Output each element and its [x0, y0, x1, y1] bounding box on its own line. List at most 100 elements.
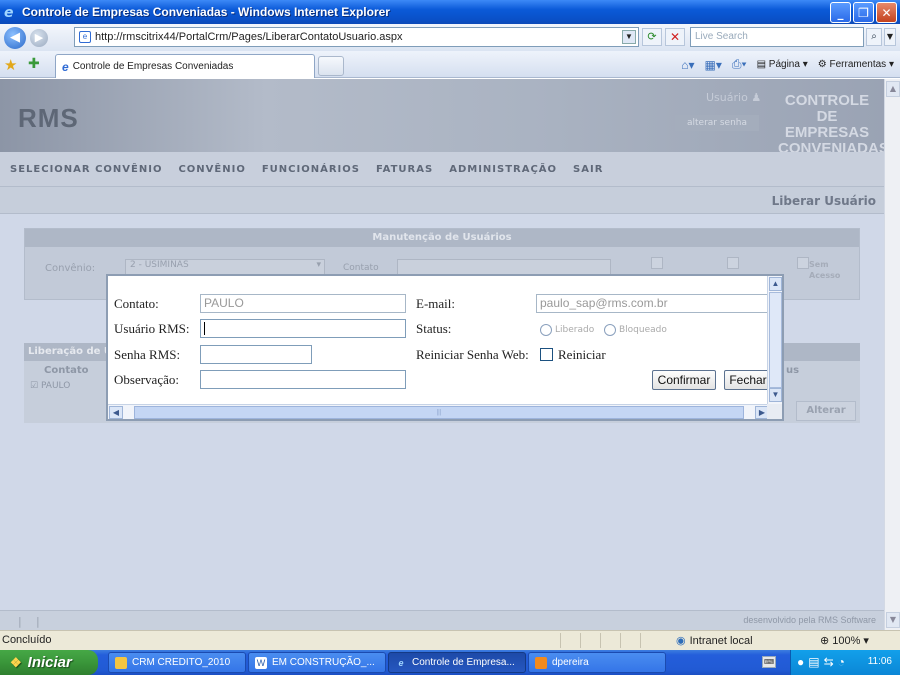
footer-divider: |	[36, 615, 40, 628]
status-liberado-radio[interactable]	[540, 324, 552, 336]
search-input[interactable]: Live Search	[690, 27, 864, 47]
menu-item-faturas[interactable]: FATURAS	[376, 164, 433, 175]
text-cursor	[204, 322, 205, 336]
keyboard-icon[interactable]: ⌨	[762, 656, 776, 668]
table-row[interactable]: ☑ PAULO	[30, 381, 70, 391]
reiniciar-senha-label: Reiniciar Senha Web:	[416, 347, 529, 362]
contato-filter-label: Contato	[343, 263, 379, 273]
command-buttons: ⌂▾ ▦▾ ⎙▾ ▤ Página ▾ ⚙ Ferramentas ▾	[681, 57, 894, 72]
zoom-control[interactable]: ⊕ 100% ▾	[820, 634, 869, 648]
feeds-icon[interactable]: ▦▾	[705, 58, 722, 72]
usuario-rms-label: Usuário RMS:	[114, 321, 190, 336]
scroll-up-icon[interactable]: ▲	[886, 81, 900, 97]
observacao-field[interactable]	[200, 370, 406, 389]
contato-field[interactable]: PAULO	[200, 294, 406, 313]
maximize-button[interactable]: ❐	[853, 2, 874, 23]
dialog-vertical-scrollbar[interactable]: ▲ ▼	[767, 276, 782, 404]
tray-volume-icon[interactable]: ◔	[838, 655, 845, 669]
window-title: Controle de Empresas Conveniadas - Windo…	[22, 5, 390, 19]
reiniciar-checkbox[interactable]	[540, 348, 553, 361]
tab-controle[interactable]: e Controle de Empresas Conveniadas	[55, 54, 315, 78]
page-menu[interactable]: ▤ Página ▾	[757, 59, 808, 70]
scroll-down-icon[interactable]: ▼	[769, 388, 782, 402]
tray-network-icon[interactable]: ⇆	[824, 655, 834, 669]
search-icon[interactable]: ⌕	[866, 28, 882, 46]
tray-doc-icon[interactable]: ▤	[808, 655, 819, 669]
app-icon	[535, 656, 547, 669]
menu-item-selecionar-convenio[interactable]: SELECIONAR CONVÊNIO	[10, 164, 162, 175]
alterar-button[interactable]: Alterar	[796, 401, 856, 421]
app-brand: CONTROLE DE EMPRESAS CONVENIADAS	[778, 92, 884, 157]
print-icon[interactable]: ⎙▾	[732, 57, 747, 72]
taskbar-item-ie[interactable]: e Controle de Empresa...	[388, 652, 526, 673]
taskbar-item-crm[interactable]: CRM CREDITO_2010	[108, 652, 246, 673]
col-contato: Contato	[44, 365, 89, 376]
menu-item-administracao[interactable]: ADMINISTRAÇÃO	[449, 164, 557, 175]
new-tab-button[interactable]	[318, 56, 344, 76]
rms-logo: RMS	[18, 103, 79, 133]
stop-icon[interactable]: ✕	[665, 28, 685, 46]
forward-button[interactable]: ▶	[30, 28, 48, 47]
address-toolbar: ◀ ▶ e http://rmscitrix44/PortalCrm/Pages…	[0, 24, 900, 51]
status-liberado-label: Liberado	[555, 325, 595, 335]
contato-filter-input[interactable]	[397, 259, 611, 275]
start-button[interactable]: ❖ Iniciar	[0, 650, 98, 675]
home-icon[interactable]: ⌂▾	[681, 58, 694, 72]
address-field[interactable]: e http://rmscitrix44/PortalCrm/Pages/Lib…	[74, 27, 639, 47]
row-checkbox[interactable]: ☑	[30, 381, 38, 391]
status-cell	[600, 633, 620, 648]
observacao-label: Observação:	[114, 372, 179, 387]
menu-item-sair[interactable]: SAIR	[573, 164, 603, 175]
fechar-button[interactable]: Fechar	[724, 370, 772, 390]
minimize-button[interactable]: _	[830, 2, 851, 23]
menu-item-convenio[interactable]: CONVÊNIO	[178, 164, 245, 175]
change-password-link[interactable]: alterar senha	[675, 115, 759, 131]
search-options-icon[interactable]: ▼	[884, 28, 896, 46]
manutencao-header: Manutenção de Usuários	[25, 229, 859, 247]
close-window-button[interactable]: ✕	[876, 2, 897, 23]
page-footer: | | desenvolvido pela RMS Software	[0, 610, 884, 630]
security-zone[interactable]: ◉ Intranet local	[676, 634, 753, 648]
address-url: http://rmscitrix44/PortalCrm/Pages/Liber…	[95, 31, 403, 43]
tray-app-icon[interactable]: ●	[797, 655, 804, 669]
reiniciar-option-label: Reiniciar	[558, 347, 606, 362]
usuario-rms-field[interactable]	[200, 319, 406, 338]
status-text: Concluído	[2, 634, 52, 646]
status-bar: Concluído ◉ Intranet local ⊕ 100% ▾	[0, 630, 900, 650]
page-scrollbar[interactable]: ▲ ▼	[884, 79, 900, 630]
dialog-horizontal-scrollbar[interactable]: ◀ ||| ▶	[108, 404, 771, 419]
menu-item-funcionarios[interactable]: FUNCIONÁRIOS	[262, 164, 360, 175]
filter-checkbox-2[interactable]	[727, 257, 739, 269]
refresh-icon[interactable]: ⟳	[642, 28, 662, 46]
sem-acesso-checkbox[interactable]	[797, 257, 809, 269]
filter-checkbox-1[interactable]	[651, 257, 663, 269]
add-favorites-icon[interactable]: ✚	[28, 56, 40, 72]
ie-logo-icon: e	[4, 5, 14, 21]
convenio-select[interactable]: 2 - USIMINAS ▾	[125, 259, 325, 275]
senha-rms-field[interactable]	[200, 345, 312, 364]
senha-rms-label: Senha RMS:	[114, 347, 181, 362]
taskbar-item-dpereira[interactable]: dpereira	[528, 652, 666, 673]
footer-divider: |	[18, 615, 22, 628]
status-bloqueado-radio[interactable]	[604, 324, 616, 336]
tools-menu[interactable]: ⚙ Ferramentas ▾	[818, 59, 894, 70]
status-label: Status:	[416, 321, 452, 336]
chevron-down-icon[interactable]: ▼	[622, 30, 636, 44]
scroll-left-icon[interactable]: ◀	[109, 406, 123, 419]
title-bar: e Controle de Empresas Conveniadas - Win…	[0, 0, 900, 24]
scroll-thumb[interactable]	[769, 292, 782, 388]
confirmar-button[interactable]: Confirmar	[652, 370, 716, 390]
scroll-up-icon[interactable]: ▲	[769, 277, 782, 291]
scroll-down-icon[interactable]: ▼	[886, 612, 900, 628]
page-title: Liberar Usuário	[771, 194, 876, 208]
email-field[interactable]: paulo_sap@rms.com.br	[536, 294, 770, 313]
taskbar-item-word[interactable]: W EM CONSTRUÇÃO_...	[248, 652, 386, 673]
page-title-bar: Liberar Usuário	[0, 186, 884, 214]
favorites-star-icon[interactable]: ★	[4, 56, 17, 74]
clock: 11:06	[867, 656, 892, 667]
back-button[interactable]: ◀	[4, 26, 26, 49]
word-icon: W	[255, 656, 267, 669]
status-bloqueado-label: Bloqueado	[619, 325, 667, 335]
scroll-thumb[interactable]: |||	[134, 406, 744, 419]
user-label: Usuário ♟	[706, 91, 762, 104]
